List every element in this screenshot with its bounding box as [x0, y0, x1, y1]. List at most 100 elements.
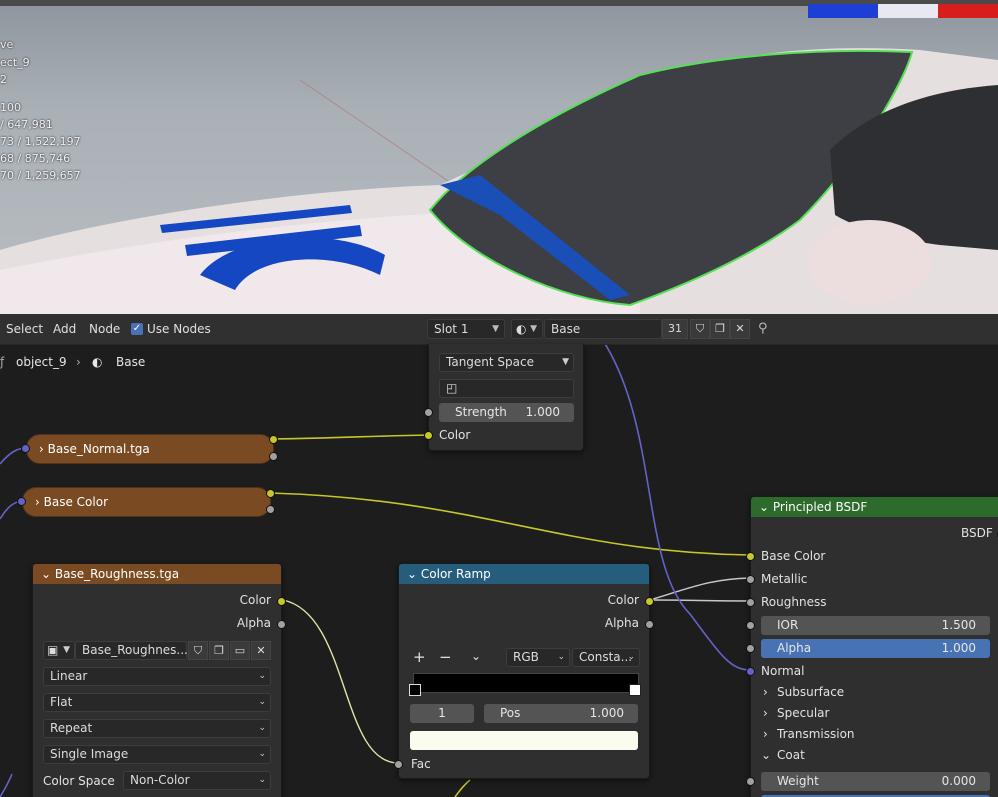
chevron-down-icon: ▼: [492, 324, 499, 334]
alpha-output-socket[interactable]: [266, 505, 275, 514]
image-browse-button[interactable]: ▣ ▼: [43, 641, 75, 660]
ior-label: IOR: [777, 618, 799, 632]
weight-value: 0.000: [941, 774, 976, 788]
ior-field[interactable]: IOR 1.500: [761, 616, 990, 635]
chevron-down-icon[interactable]: ⌄: [471, 649, 481, 663]
roughness-node-header[interactable]: ⌄ Base_Roughness.tga: [33, 564, 281, 584]
interpolation-dropdown[interactable]: Consta... ⌄: [572, 648, 640, 667]
color-output-socket[interactable]: [645, 597, 654, 606]
stop-pos-field[interactable]: Pos 1.000: [484, 704, 638, 723]
fake-user-shield-icon[interactable]: ⛉: [690, 319, 710, 339]
alpha-output-label: Alpha: [236, 616, 271, 630]
slot-dropdown[interactable]: Slot 1 ▼: [427, 319, 505, 339]
menu-add[interactable]: Add: [53, 322, 76, 336]
principled-bsdf-node[interactable]: ⌄ Principled BSDF BSDF Base Color Metall…: [746, 496, 998, 797]
open-folder-icon[interactable]: ▭: [230, 641, 250, 660]
strength-label: Strength: [455, 405, 507, 419]
normal-label: Normal: [761, 664, 805, 678]
image-name-field[interactable]: Base_Roughnes...: [75, 641, 188, 660]
subsurface-panel[interactable]: Subsurface: [777, 685, 844, 699]
normal-map-node[interactable]: Tangent Space ▼ ◰ Strength 1.000 Color: [424, 344, 584, 451]
material-user-count[interactable]: 31: [662, 319, 688, 339]
color-output-socket[interactable]: [266, 489, 275, 498]
coat-weight-field[interactable]: Weight 0.000: [761, 772, 990, 791]
color-output-socket[interactable]: [277, 597, 286, 606]
alpha-field[interactable]: Alpha 1.000: [761, 639, 990, 658]
stop-index-field[interactable]: 1: [410, 704, 474, 723]
material-browse-button[interactable]: ◐ ▼: [511, 319, 543, 339]
interpolation-value: Linear: [50, 669, 88, 683]
chevron-down-icon: ⌄: [258, 749, 266, 759]
chevron-down-icon: ⌄: [627, 652, 635, 662]
extension-dropdown[interactable]: Repeat ⌄: [43, 719, 271, 738]
breadcrumb-object: object_9: [16, 355, 67, 369]
material-name-field[interactable]: Base: [544, 319, 662, 339]
metallic-socket[interactable]: [746, 575, 755, 584]
base-roughness-texture-node[interactable]: ⌄ Base_Roughness.tga Color Alpha ▣ ▼ Base…: [32, 563, 286, 797]
projection-dropdown[interactable]: Flat ⌄: [43, 693, 271, 712]
vector-input-socket[interactable]: [17, 497, 26, 506]
color-ramp-bar[interactable]: [413, 673, 639, 693]
interpolation-dropdown[interactable]: Linear ⌄: [43, 667, 271, 686]
vector-input-socket[interactable]: [21, 444, 30, 453]
menu-node[interactable]: Node: [89, 322, 120, 336]
alpha-socket[interactable]: [746, 644, 755, 653]
color-mode-dropdown[interactable]: RGB ⌄: [506, 648, 570, 667]
use-nodes-checkbox[interactable]: ✓: [131, 323, 143, 335]
chevron-right-icon: ›: [35, 495, 40, 509]
base-color-socket[interactable]: [746, 552, 755, 561]
fake-user-shield-icon[interactable]: ⛉: [188, 641, 208, 660]
stop-color-swatch[interactable]: [410, 731, 638, 750]
roughness-node-title: Base_Roughness.tga: [54, 567, 180, 581]
bsdf-header[interactable]: ⌄ Principled BSDF: [751, 497, 998, 517]
normal-socket[interactable]: [746, 667, 755, 676]
ramp-stop-black[interactable]: [409, 684, 421, 696]
base-normal-texture-node[interactable]: › Base_Normal.tga: [26, 434, 274, 464]
color-output-label: Color: [607, 593, 639, 607]
unlink-close-icon[interactable]: ✕: [251, 641, 271, 660]
ramp-stop-white[interactable]: [629, 684, 641, 696]
coat-panel[interactable]: Coat: [777, 748, 805, 762]
color-output-socket[interactable]: [269, 435, 278, 444]
3d-viewport[interactable]: ve ect_9 2 100 / 647,981 73 / 1,522,197 …: [0, 0, 998, 314]
roughness-socket[interactable]: [746, 598, 755, 607]
chevron-down-icon: ⌄: [761, 748, 772, 762]
unlink-close-icon[interactable]: ✕: [730, 319, 750, 339]
chevron-down-icon: ⌄: [41, 567, 52, 581]
shader-node-editor[interactable]: Select Add Node ✓ Use Nodes Slot 1 ▼ ◐ ▼ B…: [0, 314, 998, 797]
chevron-down-icon: ⌄: [258, 723, 266, 733]
ior-socket[interactable]: [746, 621, 755, 630]
viewport-stat: / 647,981: [0, 118, 53, 131]
color-ramp-node[interactable]: ⌄ Color Ramp Color Alpha + − ⌄ RGB ⌄ Cons…: [394, 563, 654, 779]
object-icon: ƒ: [0, 355, 5, 369]
node-editor-header: Select Add Node ✓ Use Nodes Slot 1 ▼ ◐ ▼ B…: [0, 314, 998, 345]
color-space-dropdown[interactable]: Non-Color ⌄: [123, 771, 271, 790]
add-stop-plus-icon[interactable]: +: [413, 648, 426, 666]
color-input-socket[interactable]: [424, 431, 433, 440]
bsdf-output-label: BSDF: [961, 526, 993, 540]
strength-field[interactable]: Strength 1.000: [439, 403, 574, 422]
normal-space-dropdown[interactable]: Tangent Space ▼: [439, 353, 574, 372]
fac-input-socket[interactable]: [394, 760, 403, 769]
pin-icon[interactable]: ⚲: [758, 321, 768, 336]
remove-stop-minus-icon[interactable]: −: [439, 648, 452, 666]
specular-panel[interactable]: Specular: [777, 706, 829, 720]
color-ramp-header[interactable]: ⌄ Color Ramp: [399, 564, 649, 584]
uv-map-field[interactable]: ◰: [439, 379, 574, 398]
strength-input-socket[interactable]: [424, 408, 433, 417]
alpha-output-socket[interactable]: [269, 452, 278, 461]
pos-label: Pos: [500, 706, 521, 720]
base-color-label: Base Color: [761, 549, 826, 563]
use-nodes-label: Use Nodes: [147, 322, 211, 336]
image-icon: ▣: [47, 643, 59, 657]
base-color-texture-node[interactable]: › Base Color: [22, 487, 271, 517]
coat-weight-socket[interactable]: [746, 777, 755, 786]
menu-select[interactable]: Select: [6, 322, 43, 336]
duplicate-material-icon[interactable]: ❐: [710, 319, 730, 339]
alpha-output-socket[interactable]: [645, 620, 654, 629]
transmission-panel[interactable]: Transmission: [777, 727, 855, 741]
source-dropdown[interactable]: Single Image ⌄: [43, 745, 271, 764]
duplicate-image-icon[interactable]: ❐: [209, 641, 229, 660]
chevron-down-icon: ⌄: [557, 652, 565, 662]
alpha-output-socket[interactable]: [277, 620, 286, 629]
